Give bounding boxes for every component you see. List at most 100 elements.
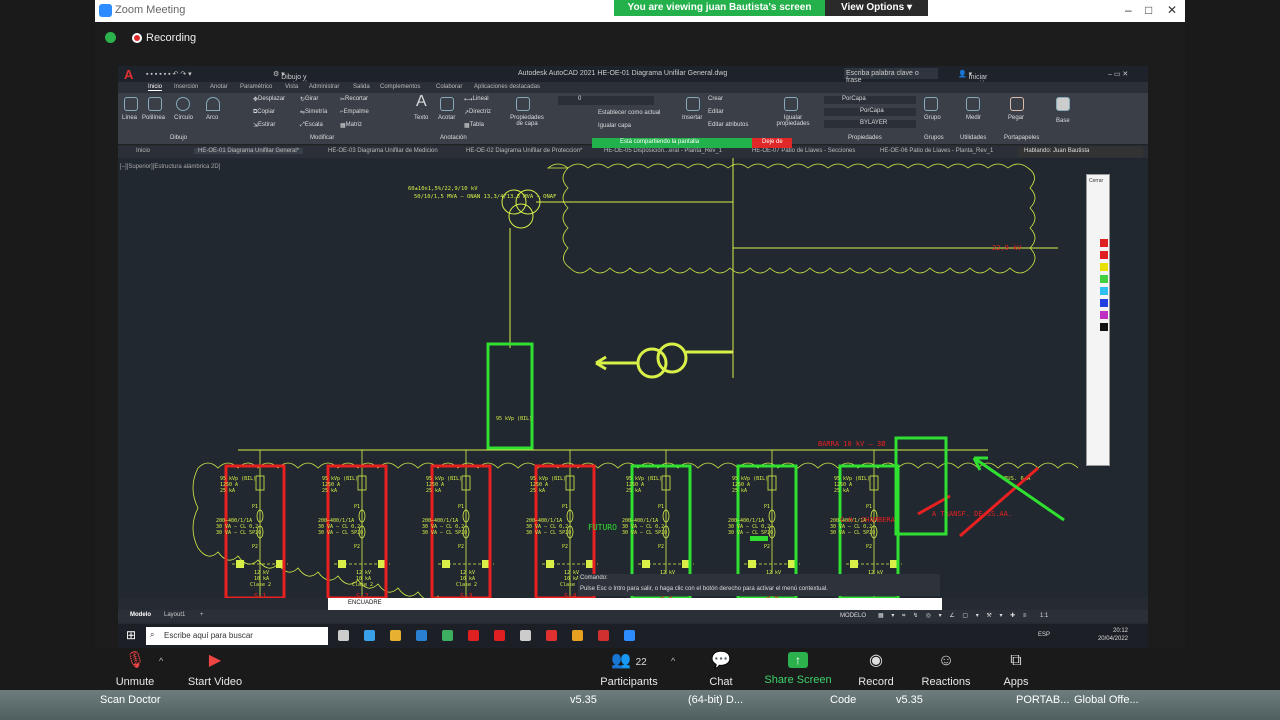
palette-swatch[interactable] (1100, 323, 1108, 331)
edit-block-button[interactable]: Editar (708, 109, 724, 115)
linetype-dropdown[interactable]: PorCapa (824, 108, 916, 116)
group-icon[interactable] (924, 97, 938, 111)
table-tool[interactable]: ▦ Tabla (464, 122, 484, 129)
command-line[interactable]: ENCUADRE (328, 598, 942, 610)
login-button[interactable]: 👤 Iniciar sesión ▾ (958, 70, 989, 88)
reactions-button[interactable]: ☺ Reactions (906, 652, 986, 688)
leader-tool[interactable]: ↗ Directriz (464, 109, 491, 116)
layer-dropdown[interactable]: 0 (558, 96, 654, 105)
drawing-canvas[interactable]: 60±10x1,5%/22,9/10 kV 50/10/1,5 MVA – ON… (118, 158, 1148, 648)
properties-panel-label[interactable]: Propiedades (848, 135, 882, 141)
autocad-logo-icon[interactable]: A (124, 67, 133, 82)
view-options-button[interactable]: View Options ▾ (825, 0, 928, 16)
recording-indicator[interactable]: Recording (105, 32, 196, 44)
taskbar-app-icon[interactable] (624, 630, 635, 641)
windows-start-icon[interactable]: ⊞ (126, 628, 136, 642)
groups-panel-label[interactable]: Grupos (924, 135, 944, 141)
palette-swatch[interactable] (1100, 287, 1108, 295)
ribbon-tab-vista[interactable]: Vista (285, 84, 298, 90)
desktop-item[interactable]: (64-bit) D... (688, 694, 743, 706)
desktop-item[interactable]: v5.35 (896, 694, 923, 706)
insert-block-icon[interactable] (686, 97, 700, 111)
chat-button[interactable]: 💬 Chat (681, 652, 761, 688)
taskbar-app-icon[interactable] (338, 630, 349, 641)
workspace-selector[interactable]: ⚙ Dibujo y anotación ▾ (273, 70, 312, 88)
move-tool[interactable]: ✥ Desplazar (253, 96, 285, 103)
dimension-tool-icon[interactable] (440, 97, 454, 111)
taskbar-app-icon[interactable] (468, 630, 479, 641)
status-model[interactable]: MODELO (840, 613, 866, 619)
clipboard-panel-label[interactable]: Portapapeles (1004, 135, 1039, 141)
taskbar-app-icon[interactable] (520, 630, 531, 641)
taskbar-app-icon[interactable] (390, 630, 401, 641)
match-properties-icon[interactable] (784, 97, 798, 111)
quick-access-icons[interactable]: ▪ ▪ ▪ ▪ ▪ ▪ ↶ ↷ ▾ (146, 70, 192, 78)
taskbar-app-icon[interactable] (364, 630, 375, 641)
doc-tab[interactable]: HE-OE-07 Patio de Llaves - Secciones (752, 148, 855, 154)
palette-swatch[interactable] (1100, 239, 1108, 247)
modify-panel-label[interactable]: Modificar (310, 135, 334, 141)
lineweight-dropdown[interactable]: BYLAYER (824, 120, 916, 128)
taskbar-app-icon[interactable] (598, 630, 609, 641)
utilities-panel-label[interactable]: Utilidades (960, 135, 986, 141)
close-icon[interactable]: ✕ (1167, 3, 1177, 17)
help-search-input[interactable]: Escriba palabra clave o frase (844, 68, 938, 84)
create-block-button[interactable]: Crear (708, 96, 723, 102)
desktop-item[interactable]: v5.35 (570, 694, 597, 706)
linear-dim-tool[interactable]: ⟷ Lineal (464, 96, 489, 103)
polyline-tool-icon[interactable] (148, 97, 162, 111)
audio-options-caret-icon[interactable]: ^ (159, 656, 163, 666)
doc-tab-active[interactable]: HE-OE-01 Diagrama Unifilar General* (194, 148, 304, 154)
tray-language[interactable]: ESP (1038, 632, 1050, 638)
ribbon-tab-colaborar[interactable]: Colaborar (436, 84, 462, 90)
color-dropdown[interactable]: PorCapa (824, 96, 916, 104)
desktop-item[interactable]: PORTAB... (1016, 694, 1069, 706)
scale-tool[interactable]: ⤢ Escala (300, 122, 323, 129)
annotation-palette[interactable]: Cerrar (1086, 174, 1110, 466)
palette-swatch[interactable] (1100, 263, 1108, 271)
ribbon-tab-parametrico[interactable]: Paramétrico (240, 84, 272, 90)
record-button[interactable]: ◉ Record (836, 652, 916, 688)
acad-window-controls[interactable]: – ▭ ✕ (1108, 70, 1128, 78)
participants-button[interactable]: 👥 22 Participants (589, 652, 669, 688)
trim-tool[interactable]: ✂ Recortar (340, 96, 368, 103)
ribbon-tab-complementos[interactable]: Complementos (380, 84, 420, 90)
ribbon-tab-anotar[interactable]: Anotar (210, 84, 228, 90)
taskbar-search[interactable]: ⌕ Escribe aquí para buscar (146, 627, 328, 645)
line-tool-icon[interactable] (124, 97, 138, 111)
desktop-item[interactable]: Scan Doctor (100, 694, 161, 706)
doc-tab[interactable]: HE-OE-05 Disposición...eral - Planta_Rev… (604, 148, 722, 154)
taskbar-app-icon[interactable] (546, 630, 557, 641)
taskbar-clock[interactable]: 20:12 20/04/2022 (1098, 627, 1128, 643)
desktop-item[interactable]: Global Offe... (1074, 694, 1139, 706)
ribbon-tab-administrar[interactable]: Administrar (309, 84, 339, 90)
taskbar-app-icon[interactable] (494, 630, 505, 641)
rotate-tool[interactable]: ↻ Girar (300, 96, 318, 103)
taskbar-app-icon[interactable] (442, 630, 453, 641)
set-current-button[interactable]: Establecer como actual (598, 110, 660, 116)
ribbon-tab-inicio[interactable]: Inicio (148, 84, 163, 91)
tab-model[interactable]: Modelo (130, 612, 151, 618)
tab-layout1[interactable]: Layout1 (164, 612, 185, 618)
palette-swatch[interactable] (1100, 251, 1108, 259)
text-tool-icon[interactable]: A (416, 93, 427, 111)
start-video-button[interactable]: ▶ Start Video (175, 652, 255, 688)
taskbar-app-icon[interactable] (416, 630, 427, 641)
palette-swatch[interactable] (1100, 275, 1108, 283)
apps-button[interactable]: ⧉ Apps (976, 652, 1056, 688)
array-tool[interactable]: ▦ Matriz (340, 122, 362, 129)
circle-tool-icon[interactable] (176, 97, 190, 111)
doc-tab[interactable]: HE-OE-02 Diagrama Unifilar de Proteccion… (466, 148, 582, 154)
command-input[interactable]: ENCUADRE (348, 600, 382, 606)
annotation-panel-label[interactable]: Anotación (440, 135, 467, 141)
fillet-tool[interactable]: ⌐ Empalme (340, 109, 369, 115)
palette-swatch[interactable] (1100, 311, 1108, 319)
minimize-icon[interactable]: – (1125, 3, 1132, 17)
doc-tab[interactable]: HE-OE-03 Diagrama Unifilar de Medicion (328, 148, 438, 154)
mirror-tool[interactable]: ⇋ Simetría (300, 109, 327, 116)
add-layout-button[interactable]: + (200, 612, 204, 618)
participants-caret-icon[interactable]: ^ (671, 656, 675, 666)
paste-icon[interactable] (1010, 97, 1024, 111)
status-scale[interactable]: 1:1 (1040, 613, 1048, 619)
doc-tab[interactable]: HE-OE-06 Patio de Llaves - Planta_Rev_1 (880, 148, 993, 154)
